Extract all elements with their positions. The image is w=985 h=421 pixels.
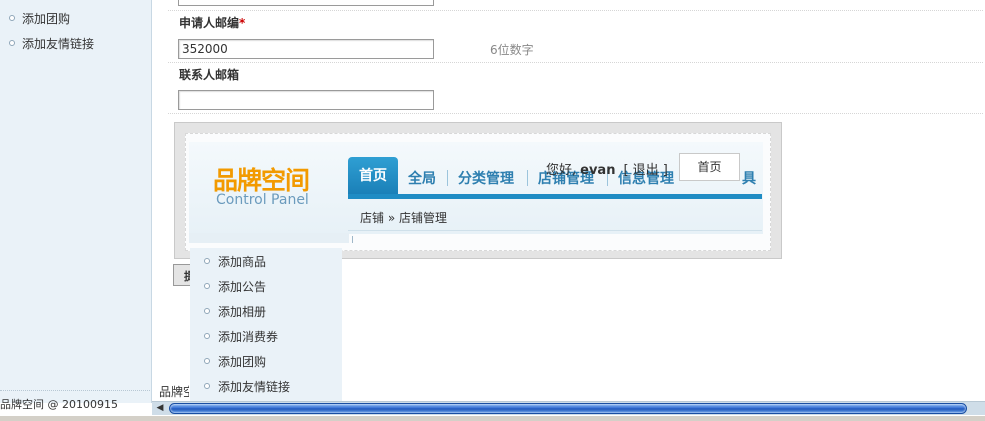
- postcode-hint: 6位数字: [490, 43, 534, 57]
- menu-item-add-coupon[interactable]: 添加消费券: [204, 327, 278, 345]
- scrollbar-thumb[interactable]: [169, 403, 967, 414]
- menu-item-add-notice[interactable]: 添加公告: [204, 277, 266, 295]
- user-greeting: 您好, evan[ 退出 ]: [546, 163, 668, 178]
- address-field-clipped[interactable]: [178, 0, 434, 6]
- brand-logo-subtitle: Control Panel: [216, 192, 309, 208]
- email-label: 联系人邮箱: [179, 68, 240, 82]
- breadcrumb-divider: [348, 230, 762, 231]
- row-divider: [168, 113, 983, 114]
- bullet-icon: [9, 15, 15, 21]
- sidebar-footer: 品牌空间 @ 20100915: [0, 398, 118, 411]
- username: evan: [580, 163, 616, 178]
- tab-global[interactable]: 全局: [408, 168, 436, 188]
- row-divider: [168, 62, 983, 63]
- menu-item-label: 添加友情链接: [218, 379, 291, 394]
- breadcrumb: 店铺 » 店铺管理: [360, 211, 447, 225]
- scroll-left-arrow-icon[interactable]: ◀: [152, 402, 168, 415]
- menu-item-add-friend-link[interactable]: 添加友情链接: [204, 377, 290, 395]
- sidebar-item-label: 添加团购: [22, 11, 71, 26]
- menu-item-label: 添加相册: [218, 304, 267, 319]
- menu-item-label: 添加消费券: [218, 329, 279, 344]
- submit-button[interactable]: 提: [173, 264, 191, 286]
- nav-separator: [527, 170, 528, 186]
- menu-item-add-groupbuy[interactable]: 添加团购: [204, 352, 266, 370]
- bullet-icon: [204, 358, 210, 364]
- menu-item-label: 添加公告: [218, 279, 267, 294]
- sidebar-item-label: 添加友情链接: [22, 36, 95, 51]
- menu-item-label: 添加团购: [218, 354, 267, 369]
- control-panel-divider-mark: [352, 236, 353, 243]
- taskbar-strip: [0, 415, 985, 421]
- control-panel-sidebar-top: [189, 233, 349, 243]
- tab-category-management[interactable]: 分类管理: [458, 168, 514, 188]
- bullet-icon: [204, 383, 210, 389]
- tab-tools-partial[interactable]: 具: [742, 168, 756, 188]
- required-mark: *: [239, 16, 246, 30]
- postcode-field[interactable]: [178, 39, 434, 59]
- home-popup-button[interactable]: 首页: [679, 153, 740, 181]
- add-menu-dropdown: 添加商品 添加公告 添加相册 添加消费券 添加团购 添加友情链接: [190, 248, 342, 403]
- sidebar-item-add-friend-link[interactable]: 添加友情链接: [9, 34, 94, 52]
- horizontal-scrollbar[interactable]: ◀: [152, 401, 985, 415]
- row-divider: [168, 10, 983, 11]
- postcode-label: 申请人邮编*: [179, 16, 246, 30]
- menu-item-add-product[interactable]: 添加商品: [204, 252, 266, 270]
- sidebar-item-add-groupbuy[interactable]: 添加团购: [9, 9, 70, 27]
- bullet-icon: [204, 283, 210, 289]
- main-footer: 品牌空: [159, 385, 189, 399]
- email-field[interactable]: [178, 90, 434, 110]
- bullet-icon: [204, 333, 210, 339]
- bullet-icon: [9, 40, 15, 46]
- menu-item-add-album[interactable]: 添加相册: [204, 302, 266, 320]
- menu-item-label: 添加商品: [218, 254, 267, 269]
- bullet-icon: [204, 308, 210, 314]
- bullet-icon: [204, 258, 210, 264]
- tab-home[interactable]: 首页: [348, 157, 398, 195]
- nav-bar-underline: [348, 194, 762, 199]
- nav-separator: [447, 170, 448, 186]
- sidebar: 添加团购 添加友情链接: [0, 0, 152, 403]
- logout-link[interactable]: [ 退出 ]: [623, 163, 667, 178]
